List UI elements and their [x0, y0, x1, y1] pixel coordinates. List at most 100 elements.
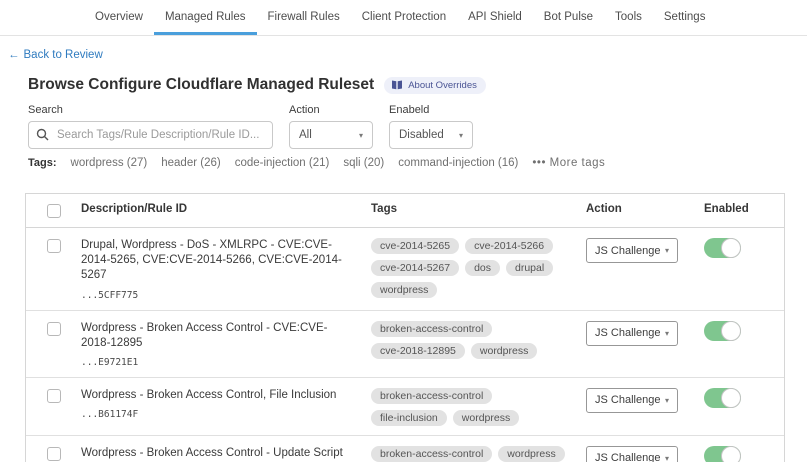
enabled-cell	[704, 446, 784, 462]
action-value: JS Challenge	[595, 452, 660, 462]
action-value: JS Challenge	[595, 394, 660, 406]
tag-pill-cve-2014-5267: cve-2014-5267	[371, 260, 459, 276]
tab-settings[interactable]: Settings	[653, 0, 717, 35]
tag-link-code-injection-21[interactable]: code-injection (21)	[235, 157, 330, 169]
more-tags-link[interactable]: ••• More tags	[532, 157, 605, 169]
enabled-filter-dropdown[interactable]: Disabled ▾	[389, 121, 473, 149]
page-title: Browse Configure Cloudflare Managed Rule…	[28, 76, 374, 94]
rule-tags-cell: broken-access-controlfile-inclusionwordp…	[371, 388, 586, 426]
tag-pill-wordpress: wordpress	[453, 410, 519, 426]
chevron-down-icon: ▾	[665, 329, 669, 338]
tag-pill-cve-2014-5265: cve-2014-5265	[371, 238, 459, 254]
nav-tabs: OverviewManaged RulesFirewall RulesClien…	[84, 0, 653, 35]
toggle-knob	[721, 238, 741, 258]
tag-link-wordpress-27[interactable]: wordpress (27)	[71, 157, 148, 169]
book-icon	[391, 80, 403, 90]
action-dropdown[interactable]: JS Challenge ▾	[586, 321, 678, 346]
toggle-knob	[721, 446, 741, 462]
action-cell: JS Challenge ▾	[586, 446, 704, 462]
top-nav: OverviewManaged RulesFirewall RulesClien…	[0, 0, 807, 36]
enabled-toggle[interactable]	[704, 388, 741, 408]
rule-tags-cell: broken-access-controlcve-2018-12895wordp…	[371, 321, 586, 359]
tag-pill-dos: dos	[465, 260, 500, 276]
checkbox-cell	[26, 446, 81, 461]
tag-pill-broken-access-control: broken-access-control	[371, 446, 492, 462]
rule-id: ...B61174F	[81, 409, 349, 420]
table-body: Drupal, Wordpress - DoS - XMLRPC - CVE:C…	[26, 228, 784, 462]
enabled-toggle[interactable]	[704, 238, 741, 258]
tag-links: wordpress (27) header (26) code-injection …	[71, 157, 519, 169]
row-checkbox[interactable]	[47, 322, 61, 336]
table-header: Description/Rule ID Tags Action Enabled	[26, 194, 784, 228]
action-cell: JS Challenge ▾	[586, 321, 704, 346]
action-cell: JS Challenge ▾	[586, 238, 704, 263]
action-cell: JS Challenge ▾	[586, 388, 704, 413]
action-filter-dropdown[interactable]: All ▾	[289, 121, 373, 149]
action-dropdown[interactable]: JS Challenge ▾	[586, 446, 678, 462]
enabled-filter-value: Disabled	[399, 129, 444, 141]
chevron-down-icon: ▾	[665, 454, 669, 462]
tag-pill-broken-access-control: broken-access-control	[371, 388, 492, 404]
rules-table: Description/Rule ID Tags Action Enabled …	[25, 193, 785, 462]
about-overrides-badge[interactable]: About Overrides	[384, 77, 486, 94]
tab-firewall-rules[interactable]: Firewall Rules	[257, 0, 351, 35]
action-dropdown[interactable]: JS Challenge ▾	[586, 388, 678, 413]
enabled-cell	[704, 388, 784, 408]
row-checkbox[interactable]	[47, 239, 61, 253]
row-checkbox[interactable]	[47, 447, 61, 461]
back-to-review-link[interactable]: ←Back to Review	[8, 49, 807, 61]
action-value: JS Challenge	[595, 327, 660, 339]
action-value: JS Challenge	[595, 245, 660, 257]
checkbox-cell	[26, 238, 81, 253]
filters-row: Search Action All ▾ Enabeld Disabled ▾	[28, 104, 787, 149]
tag-pill-cve-2018-12895: cve-2018-12895	[371, 343, 465, 359]
heading-row: Browse Configure Cloudflare Managed Rule…	[28, 76, 787, 94]
description-cell: Wordpress - Broken Access Control - CVE:…	[81, 321, 371, 368]
enabled-label: Enabeld	[389, 104, 473, 116]
rule-description: Wordpress - Broken Access Control, File …	[81, 388, 349, 403]
tab-tools[interactable]: Tools	[604, 0, 653, 35]
enabled-filter: Enabeld Disabled ▾	[389, 104, 473, 149]
tag-link-header-26[interactable]: header (26)	[161, 157, 220, 169]
tag-pill-wordpress: wordpress	[371, 282, 437, 298]
rule-tags-cell: cve-2014-5265 cve-2014-5266 cve-2014-5267 d…	[371, 238, 586, 298]
action-dropdown[interactable]: JS Challenge ▾	[586, 238, 678, 263]
search-input[interactable]	[28, 121, 273, 149]
description-cell: Wordpress - Broken Access Control - Upda…	[81, 446, 371, 462]
rule-id: ...5CFF775	[81, 290, 349, 301]
enabled-toggle[interactable]	[704, 321, 741, 341]
tag-link-command-injection-16[interactable]: command-injection (16)	[398, 157, 518, 169]
main-content: Browse Configure Cloudflare Managed Rule…	[0, 76, 807, 462]
search-filter: Search	[28, 104, 273, 149]
chevron-down-icon: ▾	[459, 131, 463, 140]
rule-description: Wordpress - Broken Access Control - CVE:…	[81, 321, 349, 351]
header-description: Description/Rule ID	[81, 203, 371, 215]
tab-api-shield[interactable]: API Shield	[457, 0, 533, 35]
row-checkbox[interactable]	[47, 389, 61, 403]
header-action: Action	[586, 203, 704, 215]
tab-bot-pulse[interactable]: Bot Pulse	[533, 0, 604, 35]
tags-bar-label: Tags:	[28, 157, 57, 169]
tab-managed-rules[interactable]: Managed Rules	[154, 0, 257, 35]
chevron-down-icon: ▾	[665, 396, 669, 405]
enabled-toggle[interactable]	[704, 446, 741, 462]
tag-pill-cve-2014-5266: cve-2014-5266	[465, 238, 553, 254]
tag-link-sqli-20[interactable]: sqli (20)	[343, 157, 384, 169]
chevron-down-icon: ▾	[665, 246, 669, 255]
rule-description: Drupal, Wordpress - DoS - XMLRPC - CVE:C…	[81, 238, 349, 284]
rule-id: ...E9721E1	[81, 357, 349, 368]
table-row: Drupal, Wordpress - DoS - XMLRPC - CVE:C…	[26, 228, 784, 311]
tags-bar: Tags: wordpress (27) header (26) code-inje…	[28, 157, 787, 169]
tab-client-protection[interactable]: Client Protection	[351, 0, 457, 35]
description-cell: Wordpress - Broken Access Control, File …	[81, 388, 371, 420]
header-enabled: Enabled	[704, 203, 784, 215]
chevron-down-icon: ▾	[359, 131, 363, 140]
enabled-cell	[704, 321, 784, 341]
action-filter-value: All	[299, 129, 312, 141]
checkbox-cell	[26, 321, 81, 336]
tab-overview[interactable]: Overview	[84, 0, 154, 35]
checkbox-cell	[26, 388, 81, 403]
select-all-checkbox[interactable]	[47, 204, 61, 218]
enabled-cell	[704, 238, 784, 258]
toggle-knob	[721, 321, 741, 341]
